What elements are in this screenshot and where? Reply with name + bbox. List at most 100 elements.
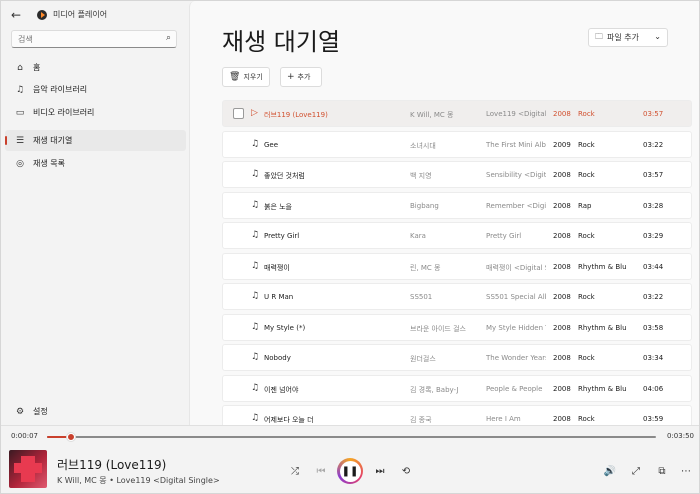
track-duration: 03:44 bbox=[643, 263, 664, 271]
table-row[interactable]: ▷ 러브119 (Love119) K Will, MC 몽 Love119 <… bbox=[222, 100, 692, 127]
track-album[interactable]: 매력쟁이 <Digital Single> bbox=[486, 263, 546, 273]
now-playing-title[interactable]: 러브119 (Love119) bbox=[57, 456, 166, 473]
track-title: Pretty Girl bbox=[264, 232, 300, 240]
track-artist[interactable]: 소녀시대 bbox=[410, 141, 480, 151]
now-playing-subtitle[interactable]: K Will, MC 몽 • Love119 <Digital Single> bbox=[57, 475, 220, 486]
track-genre: Rock bbox=[578, 141, 595, 149]
track-album[interactable]: My Style Hidden Track bbox=[486, 324, 546, 332]
seek-slider[interactable] bbox=[47, 433, 656, 441]
table-row[interactable]: ♫ 붉은 노을 Bigbang Remember <Digital> 2008 … bbox=[222, 192, 692, 219]
track-album[interactable]: Sensibility <Digital Single> bbox=[486, 171, 546, 179]
mini-player-icon: ⧉ bbox=[658, 465, 666, 477]
media-player-window: ← 미디어 플레이어 — ☐ ✕ ⌕ ⌂ 홈 ♫ 음악 라이브러리 ▭ 비디오 … bbox=[0, 0, 700, 494]
sidebar-item-playlists[interactable]: ◎ 재생 목록 bbox=[5, 153, 186, 174]
repeat-button[interactable]: ⟲ bbox=[398, 463, 414, 479]
table-row[interactable]: ♫ 매력쟁이 린, MC 몽 매력쟁이 <Digital Single> 200… bbox=[222, 253, 692, 280]
music-note-icon: ♫ bbox=[251, 291, 260, 301]
clear-button[interactable]: 🗑 지우기 bbox=[222, 67, 270, 87]
pause-icon: ❚❚ bbox=[339, 460, 361, 482]
video-icon: ▭ bbox=[15, 107, 25, 118]
arrow-left-icon: ← bbox=[10, 8, 22, 22]
track-duration: 03:28 bbox=[643, 202, 664, 210]
home-icon: ⌂ bbox=[17, 62, 23, 73]
track-artist[interactable]: SS501 bbox=[410, 293, 480, 301]
track-album[interactable]: People & People bbox=[486, 385, 546, 393]
track-artist[interactable]: 김 종국 bbox=[410, 415, 480, 425]
track-year: 2008 bbox=[553, 324, 571, 332]
track-album[interactable]: Remember <Digital> bbox=[486, 202, 546, 210]
sidebar-item-label: 재생 목록 bbox=[33, 159, 65, 168]
album-art[interactable] bbox=[9, 450, 47, 488]
track-duration: 03:29 bbox=[643, 232, 664, 240]
music-note-icon: ♫ bbox=[251, 169, 260, 179]
search-box[interactable]: ⌕ bbox=[11, 30, 177, 48]
sidebar-item-home[interactable]: ⌂ 홈 bbox=[5, 57, 186, 78]
music-note-icon: ♫ bbox=[251, 200, 260, 210]
track-title: Nobody bbox=[264, 354, 291, 362]
track-album[interactable]: Pretty Girl bbox=[486, 232, 546, 240]
row-checkbox[interactable] bbox=[233, 108, 244, 119]
player-bar: 0:00:07 0:03:50 러브119 (Love119) K Will, … bbox=[1, 425, 699, 493]
music-note-icon: ♫ bbox=[15, 84, 25, 95]
sidebar-item-settings[interactable]: ⚙ 설정 bbox=[5, 401, 186, 422]
track-genre: Rhythm & Blues bbox=[578, 385, 626, 393]
track-album[interactable]: SS501 Special Album bbox=[486, 293, 546, 301]
track-album[interactable]: The First Mini Album bbox=[486, 141, 546, 149]
sidebar-item-label: 비디오 라이브러리 bbox=[33, 108, 95, 117]
plus-icon: + bbox=[287, 72, 295, 82]
track-title: U R Man bbox=[264, 293, 294, 301]
table-row[interactable]: ♫ Nobody 원더걸스 The Wonder Years 2008 Rock… bbox=[222, 344, 692, 371]
shuffle-button[interactable]: ⤮ bbox=[287, 463, 303, 479]
previous-icon: ⏮ bbox=[316, 465, 326, 477]
previous-button[interactable]: ⏮ bbox=[313, 463, 329, 479]
play-icon: ▷ bbox=[251, 108, 258, 118]
track-title: 어제보다 오늘 더 bbox=[264, 416, 314, 424]
total-time: 0:03:50 bbox=[667, 432, 694, 440]
track-genre: Rock bbox=[578, 354, 595, 362]
more-icon: ⋯ bbox=[681, 465, 691, 477]
track-artist[interactable]: 린, MC 몽 bbox=[410, 263, 480, 273]
next-button[interactable]: ⏭ bbox=[372, 463, 388, 479]
back-button[interactable]: ← bbox=[7, 6, 25, 24]
track-artist[interactable]: 원더걸스 bbox=[410, 354, 480, 364]
album-art-cross bbox=[14, 463, 42, 473]
gear-icon: ⚙ bbox=[15, 406, 25, 417]
sidebar-item-video-library[interactable]: ▭ 비디오 라이브러리 bbox=[5, 102, 186, 123]
table-row[interactable]: ♫ Gee 소녀시대 The First Mini Album 2009 Roc… bbox=[222, 131, 692, 158]
track-artist[interactable]: 백 지영 bbox=[410, 171, 480, 181]
table-row[interactable]: ♫ U R Man SS501 SS501 Special Album 2008… bbox=[222, 283, 692, 310]
music-note-icon: ♫ bbox=[251, 413, 260, 423]
track-album[interactable]: Love119 <Digital Single> bbox=[486, 110, 546, 118]
repeat-off-icon: ⟲ bbox=[401, 465, 411, 477]
track-year: 2008 bbox=[553, 110, 571, 118]
track-duration: 03:22 bbox=[643, 293, 664, 301]
search-icon[interactable]: ⌕ bbox=[166, 33, 171, 43]
table-row[interactable]: ♫ My Style (*) 브라운 아이드 걸스 My Style Hidde… bbox=[222, 314, 692, 341]
shuffle-icon: ⤮ bbox=[291, 465, 299, 477]
expand-icon: ⤢ bbox=[632, 465, 640, 477]
track-artist[interactable]: 김 경록, Baby-J bbox=[410, 385, 480, 395]
track-genre: Rock bbox=[578, 415, 595, 423]
volume-button[interactable]: 🔊 bbox=[602, 463, 618, 479]
fullscreen-button[interactable]: ⤢ bbox=[628, 463, 644, 479]
search-input[interactable] bbox=[18, 33, 158, 45]
add-button[interactable]: + 추가 bbox=[280, 67, 322, 87]
track-album[interactable]: Here I Am bbox=[486, 415, 546, 423]
next-icon: ⏭ bbox=[375, 465, 385, 477]
mini-player-button[interactable]: ⧉ bbox=[654, 463, 670, 479]
table-row[interactable]: ♫ 이젠 넘어야 김 경록, Baby-J People & People 20… bbox=[222, 375, 692, 402]
track-album[interactable]: The Wonder Years bbox=[486, 354, 546, 362]
track-artist[interactable]: K Will, MC 몽 bbox=[410, 110, 480, 120]
track-artist[interactable]: Kara bbox=[410, 232, 480, 240]
table-row[interactable]: ♫ 좋았던 것처럼 백 지영 Sensibility <Digital Sing… bbox=[222, 161, 692, 188]
sidebar-item-music-library[interactable]: ♫ 음악 라이브러리 bbox=[5, 79, 186, 100]
add-file-button[interactable]: 🗀 파일 추가 ⌄ bbox=[588, 28, 668, 47]
music-note-icon: ♫ bbox=[251, 230, 260, 240]
seek-thumb[interactable] bbox=[67, 433, 76, 441]
pause-button[interactable]: ❚❚ bbox=[337, 458, 363, 484]
track-artist[interactable]: 브라운 아이드 걸스 bbox=[410, 324, 480, 334]
more-options-button[interactable]: ⋯ bbox=[678, 463, 694, 479]
table-row[interactable]: ♫ Pretty Girl Kara Pretty Girl 2008 Rock… bbox=[222, 222, 692, 249]
track-artist[interactable]: Bigbang bbox=[410, 202, 480, 210]
sidebar-item-play-queue[interactable]: ☰ 재생 대기열 bbox=[5, 130, 186, 151]
